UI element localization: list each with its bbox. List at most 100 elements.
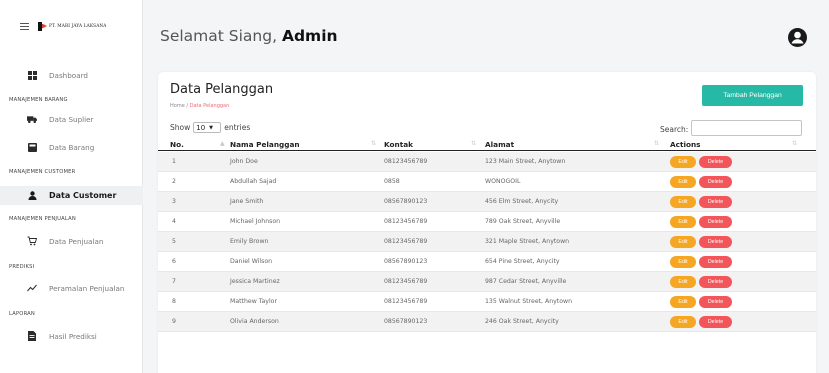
header-contact[interactable]: Kontak xyxy=(384,140,413,149)
page-length-control: Show 10 ▼ entries xyxy=(170,122,250,133)
cell-address: 456 Elm Street, Anycity xyxy=(485,198,559,205)
sidebar-item-data-barang[interactable]: Data Barang xyxy=(0,138,143,156)
cell-address: 246 Oak Street, Anycity xyxy=(485,318,559,325)
cell-address: 123 Main Street, Anytown xyxy=(485,158,566,165)
search-label: Search: xyxy=(660,125,689,134)
sort-asc-icon[interactable]: ▲ xyxy=(220,140,225,147)
cell-contact: 08123456789 xyxy=(384,298,428,305)
sort-icon[interactable]: ⇅ xyxy=(371,140,376,147)
sidebar-item-label: Hasil Prediksi xyxy=(49,331,97,341)
header-name[interactable]: Nama Pelanggan xyxy=(230,140,300,149)
cell-name: John Doe xyxy=(230,158,258,165)
admin-name: Admin xyxy=(281,27,338,45)
sidebar-item-label: Dashboard xyxy=(49,70,88,80)
cell-contact: 08123456789 xyxy=(384,278,428,285)
add-customer-button[interactable]: Tambah Pelanggan xyxy=(702,85,803,106)
cell-address: 789 Oak Street, Anyville xyxy=(485,218,561,225)
breadcrumb-home[interactable]: Home / xyxy=(170,103,190,109)
delete-button[interactable]: Delete xyxy=(699,296,732,308)
sort-icon[interactable]: ⇅ xyxy=(792,140,797,147)
sort-icon[interactable]: ⇅ xyxy=(654,140,659,147)
sidebar-item-label: Data Barang xyxy=(49,142,95,152)
sort-icon[interactable]: ⇅ xyxy=(471,140,476,147)
sidebar-item-dashboard[interactable]: Dashboard xyxy=(0,66,143,84)
sidebar-item-peramalan-penjualan[interactable]: Peramalan Penjualan xyxy=(0,279,143,297)
sidebar: PT. MARI JAYA LAKSANA Dashboard MANAJEME… xyxy=(0,0,143,373)
cell-name: Emily Brown xyxy=(230,238,269,245)
edit-button[interactable]: Edit xyxy=(670,196,696,208)
cell-name: Matthew Taylor xyxy=(230,298,277,305)
cell-no: 8 xyxy=(172,298,176,305)
section-prediksi: PREDIKSI xyxy=(9,264,35,270)
brand: PT. MARI JAYA LAKSANA xyxy=(0,0,142,52)
sidebar-item-data-customer[interactable]: Data Customer xyxy=(0,186,143,205)
company-logo[interactable]: PT. MARI JAYA LAKSANA xyxy=(38,21,106,31)
edit-button[interactable]: Edit xyxy=(670,256,696,268)
edit-button[interactable]: Edit xyxy=(670,216,696,228)
cell-address: 654 Pine Street, Anycity xyxy=(485,258,560,265)
cell-no: 3 xyxy=(172,198,176,205)
edit-button[interactable]: Edit xyxy=(670,276,696,288)
edit-button[interactable]: Edit xyxy=(670,156,696,168)
sidebar-item-label: Data Suplier xyxy=(49,114,94,124)
sidebar-item-data-suplier[interactable]: Data Suplier xyxy=(0,110,143,128)
chevron-down-icon: ▼ xyxy=(209,124,214,131)
box-icon xyxy=(27,142,37,152)
cell-address: 987 Cedar Street, Anyville xyxy=(485,278,567,285)
sidebar-item-label: Peramalan Penjualan xyxy=(49,283,125,293)
hamburger-icon[interactable] xyxy=(20,22,29,30)
delete-button[interactable]: Delete xyxy=(699,276,732,288)
cell-no: 4 xyxy=(172,218,176,225)
cell-address: 321 Maple Street, Anytown xyxy=(485,238,570,245)
sidebar-item-data-penjualan[interactable]: Data Penjualan xyxy=(0,232,143,250)
header-address[interactable]: Alamat xyxy=(485,140,514,149)
cell-contact: 08123456789 xyxy=(384,158,428,165)
delete-button[interactable]: Delete xyxy=(699,156,732,168)
cell-no: 7 xyxy=(172,278,176,285)
edit-button[interactable]: Edit xyxy=(670,176,696,188)
cell-no: 1 xyxy=(172,158,176,165)
table-row: 6 Daniel Wilson 08567890123 654 Pine Street… xyxy=(158,252,816,272)
grid-icon xyxy=(27,70,37,80)
cell-name: Daniel Wilson xyxy=(230,258,273,265)
delete-button[interactable]: Delete xyxy=(699,236,732,248)
section-manajemen-penjualan: MANAJEMEN PENJUALAN xyxy=(9,216,76,222)
cell-name: Jessica Martinez xyxy=(230,278,280,285)
truck-icon xyxy=(27,114,37,124)
section-laporan: LAPORAN xyxy=(9,311,35,317)
delete-button[interactable]: Delete xyxy=(699,316,732,328)
greeting: Selamat Siang, Admin xyxy=(160,27,338,45)
delete-button[interactable]: Delete xyxy=(699,176,732,188)
sidebar-item-hasil-prediksi[interactable]: Hasil Prediksi xyxy=(0,327,143,345)
document-icon xyxy=(27,331,37,341)
cell-name: Jane Smith xyxy=(230,198,264,205)
entries-select[interactable]: 10 ▼ xyxy=(193,122,222,133)
edit-button[interactable]: Edit xyxy=(670,316,696,328)
cell-contact: 08123456789 xyxy=(384,238,428,245)
cell-contact: 0858 xyxy=(384,178,400,185)
cell-name: Michael Johnson xyxy=(230,218,281,225)
user-circle-icon[interactable] xyxy=(788,28,807,47)
table-row: 7 Jessica Martinez 08123456789 987 Cedar St… xyxy=(158,272,816,292)
entries-label: entries xyxy=(224,123,251,132)
table-row: 1 John Doe 08123456789 123 Main Street, Any… xyxy=(158,152,816,172)
table-row: 9 Olivia Anderson 08567890123 246 Oak Stree… xyxy=(158,312,816,332)
cell-contact: 08567890123 xyxy=(384,198,428,205)
delete-button[interactable]: Delete xyxy=(699,256,732,268)
cell-no: 6 xyxy=(172,258,176,265)
section-manajemen-customer: MANAJEMEN CUSTOMER xyxy=(9,169,76,175)
header-actions[interactable]: Actions xyxy=(670,140,701,149)
delete-button[interactable]: Delete xyxy=(699,196,732,208)
user-icon xyxy=(27,191,37,201)
show-label: Show xyxy=(170,123,191,132)
search-input[interactable] xyxy=(691,120,802,136)
edit-button[interactable]: Edit xyxy=(670,296,696,308)
cell-contact: 08567890123 xyxy=(384,258,428,265)
edit-button[interactable]: Edit xyxy=(670,236,696,248)
cell-address: 135 Walnut Street, Anytown xyxy=(485,298,572,305)
header-no[interactable]: No. xyxy=(170,140,184,149)
table-row: 4 Michael Johnson 08123456789 789 Oak Stree… xyxy=(158,212,816,232)
cell-no: 5 xyxy=(172,238,176,245)
delete-button[interactable]: Delete xyxy=(699,216,732,228)
breadcrumb: Home / Data Pelanggan xyxy=(170,103,229,109)
